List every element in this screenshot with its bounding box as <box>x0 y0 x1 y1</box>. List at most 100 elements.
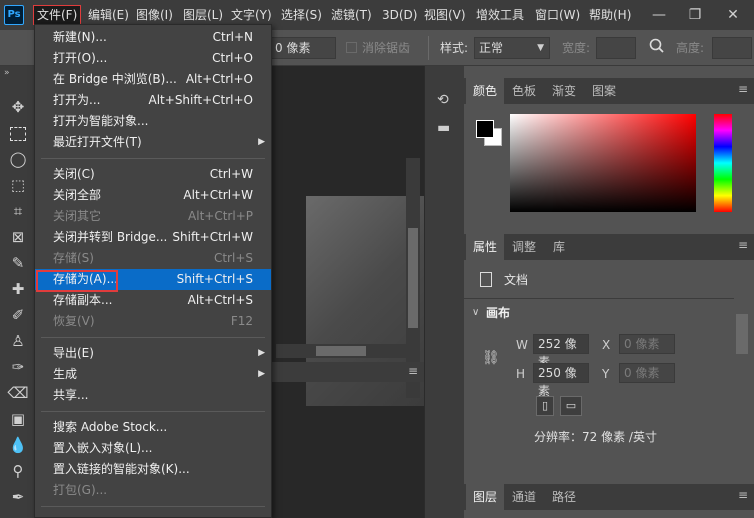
menu-item-package[interactable]: 打包(G)... <box>35 480 271 501</box>
style-select[interactable]: 正常 ▼ <box>474 37 550 59</box>
chevron-down-icon[interactable]: ∨ <box>472 304 479 322</box>
menu-item-revert[interactable]: 恢复(V) F12 <box>35 311 271 332</box>
menu-item-shortcut: Shift+Ctrl+W <box>172 230 253 244</box>
panel-menu-icon[interactable]: ≡ <box>408 364 418 378</box>
antialias-checkbox[interactable] <box>346 42 357 53</box>
menu-item-save-copy[interactable]: 存储副本... Alt+Ctrl+S <box>35 290 271 311</box>
menu-select[interactable]: 选择(S) <box>281 6 322 24</box>
y-field[interactable]: 0 像素 <box>619 363 675 383</box>
marquee-tool-icon[interactable] <box>0 120 36 146</box>
menu-item-open[interactable]: 打开(O)... Ctrl+O <box>35 48 271 69</box>
height-field[interactable]: 250 像素 <box>533 363 589 398</box>
history-icon[interactable]: ⟲ <box>437 92 449 108</box>
menu-item-shortcut: Shift+Ctrl+S <box>176 272 253 286</box>
panel-menu-icon[interactable]: ≡ <box>738 82 748 96</box>
menu-item-generate[interactable]: 生成 ▶ <box>35 364 271 385</box>
menu-item-label: 打包(G)... <box>53 483 108 497</box>
feather-input[interactable]: 0 像素 <box>270 37 336 59</box>
history-brush-tool-icon[interactable]: ✑ <box>0 354 36 380</box>
menu-item-new[interactable]: 新建(N)... Ctrl+N <box>35 27 271 48</box>
menu-item-share[interactable]: 共享... <box>35 385 271 406</box>
brush-tool-icon[interactable]: ✐ <box>0 302 36 328</box>
menu-type[interactable]: 文字(Y) <box>231 6 272 24</box>
menu-filter[interactable]: 滤镜(T) <box>331 6 372 24</box>
panel-menu-icon[interactable]: ≡ <box>738 238 748 252</box>
portrait-icon[interactable]: ▯ <box>536 396 554 416</box>
menu-item-place-linked[interactable]: 置入链接的智能对象(K)... <box>35 459 271 480</box>
hue-slider[interactable] <box>714 114 732 212</box>
minimize-button[interactable]: — <box>644 0 674 30</box>
link-icon[interactable]: ⛓ <box>482 350 500 366</box>
menu-item-label: 置入链接的智能对象(K)... <box>53 462 190 476</box>
close-button[interactable]: ✕ <box>718 0 748 30</box>
menu-item-label: 共享... <box>53 388 89 402</box>
menu-plugins[interactable]: 增效工具 <box>476 6 524 24</box>
quick-select-tool-icon[interactable]: ⬚ <box>0 172 36 198</box>
menu-edit[interactable]: 编辑(E) <box>88 6 129 24</box>
h-scrollbar-thumb[interactable] <box>316 346 366 356</box>
stamp-tool-icon[interactable]: ♙ <box>0 328 36 354</box>
search-icon[interactable] <box>648 36 666 56</box>
height-input[interactable] <box>712 37 752 59</box>
menu-item-label: 关闭其它 <box>53 209 102 223</box>
menu-item-search-stock[interactable]: 搜索 Adobe Stock... <box>35 417 271 438</box>
menu-item-open-as[interactable]: 打开为... Alt+Shift+Ctrl+O <box>35 90 271 111</box>
menu-item-save[interactable]: 存储(S) Ctrl+S <box>35 248 271 269</box>
width-input[interactable] <box>596 37 636 59</box>
collapse-icon[interactable]: » <box>4 68 10 78</box>
horizontal-scrollbar[interactable] <box>276 344 406 358</box>
menu-image[interactable]: 图像(I) <box>136 6 173 24</box>
menu-item-place-embedded[interactable]: 置入嵌入对象(L)... <box>35 438 271 459</box>
properties-scrollbar[interactable] <box>736 314 748 354</box>
x-field[interactable]: 0 像素 <box>619 334 675 354</box>
blur-tool-icon[interactable]: 💧 <box>0 432 36 458</box>
menu-item-label: 存储副本... <box>53 293 113 307</box>
menu-item-recent[interactable]: 最近打开文件(T) ▶ <box>35 132 271 153</box>
menu-item-shortcut: Alt+Shift+Ctrl+O <box>148 93 253 107</box>
menu-item-close[interactable]: 关闭(C) Ctrl+W <box>35 164 271 185</box>
menu-item-close-go-bridge[interactable]: 关闭并转到 Bridge... Shift+Ctrl+W <box>35 227 271 248</box>
gradient-tool-icon[interactable]: ▣ <box>0 406 36 432</box>
move-tool-icon[interactable]: ✥ <box>0 94 36 120</box>
foreground-color-swatch[interactable] <box>476 120 494 138</box>
menu-window[interactable]: 窗口(W) <box>535 6 580 24</box>
color-field[interactable] <box>510 114 696 212</box>
scrollbar-thumb[interactable] <box>408 228 418 328</box>
pen-tool-icon[interactable]: ✒ <box>0 484 36 510</box>
tab-properties[interactable]: 属性 <box>466 234 504 260</box>
tab-layers[interactable]: 图层 <box>466 484 504 510</box>
landscape-icon[interactable]: ▭ <box>560 396 582 416</box>
dodge-tool-icon[interactable]: ⚲ <box>0 458 36 484</box>
menu-view[interactable]: 视图(V) <box>424 6 466 24</box>
secondary-panel-header: ≡ <box>272 362 424 382</box>
eraser-tool-icon[interactable]: ⌫ <box>0 380 36 406</box>
menu-item-export[interactable]: 导出(E) ▶ <box>35 343 271 364</box>
comment-icon[interactable]: ▬ <box>437 120 450 136</box>
menu-item-close-others[interactable]: 关闭其它 Alt+Ctrl+P <box>35 206 271 227</box>
crop-tool-icon[interactable]: ⌗ <box>0 198 36 224</box>
tab-gradients[interactable]: 渐变 <box>546 78 582 104</box>
tab-swatches[interactable]: 色板 <box>506 78 542 104</box>
lasso-tool-icon[interactable]: ◯ <box>0 146 36 172</box>
tab-patterns[interactable]: 图案 <box>586 78 622 104</box>
menu-layer[interactable]: 图层(L) <box>183 6 223 24</box>
width-field[interactable]: 252 像素 <box>533 334 589 369</box>
menu-3d[interactable]: 3D(D) <box>382 6 417 24</box>
submenu-arrow-icon: ▶ <box>258 369 265 379</box>
menu-item-open-smart-object[interactable]: 打开为智能对象... <box>35 111 271 132</box>
menu-item-browse-bridge[interactable]: 在 Bridge 中浏览(B)... Alt+Ctrl+O <box>35 69 271 90</box>
submenu-arrow-icon: ▶ <box>258 137 265 147</box>
eyedropper-tool-icon[interactable]: ✎ <box>0 250 36 276</box>
menu-help[interactable]: 帮助(H) <box>589 6 631 24</box>
menu-item-close-all[interactable]: 关闭全部 Alt+Ctrl+W <box>35 185 271 206</box>
tab-color[interactable]: 颜色 <box>466 78 504 104</box>
frame-tool-icon[interactable]: ⊠ <box>0 224 36 250</box>
tab-paths[interactable]: 路径 <box>546 484 582 510</box>
tab-libraries[interactable]: 库 <box>544 234 574 260</box>
menu-file[interactable]: 文件(F) <box>33 5 82 25</box>
healing-brush-tool-icon[interactable]: ✚ <box>0 276 36 302</box>
tab-adjustments[interactable]: 调整 <box>506 234 542 260</box>
tab-channels[interactable]: 通道 <box>506 484 542 510</box>
restore-button[interactable]: ❐ <box>680 0 710 30</box>
panel-menu-icon[interactable]: ≡ <box>738 488 748 502</box>
